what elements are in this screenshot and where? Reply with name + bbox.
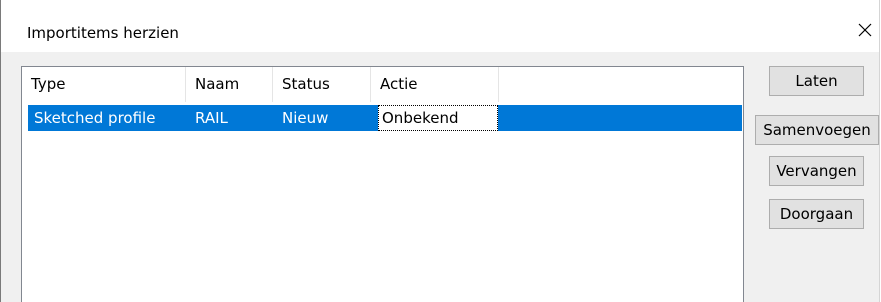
column-header-naam[interactable]: Naam [186, 67, 272, 102]
actie-dropdown[interactable]: Onbekend [378, 105, 498, 131]
cell-naam: RAIL [195, 109, 228, 127]
import-review-dialog: Importitems herzien Type Naam Status Act… [0, 0, 880, 302]
title-bar: Importitems herzien [1, 0, 879, 52]
list-header: Type Naam Status Actie [22, 67, 743, 102]
doorgaan-button[interactable]: Doorgaan [769, 199, 864, 229]
column-header-status[interactable]: Status [273, 67, 370, 102]
vervangen-button[interactable]: Vervangen [769, 156, 864, 186]
dialog-title: Importitems herzien [27, 24, 179, 42]
column-header-type[interactable]: Type [22, 67, 185, 102]
table-row[interactable]: Sketched profile RAIL Nieuw Onbekend [28, 105, 742, 131]
column-divider[interactable] [498, 67, 499, 102]
cell-type: Sketched profile [34, 109, 156, 127]
samenvoegen-button[interactable]: Samenvoegen [755, 115, 879, 145]
column-header-actie[interactable]: Actie [371, 67, 498, 102]
cell-status: Nieuw [282, 109, 329, 127]
import-items-list[interactable]: Type Naam Status Actie Sketched profile … [21, 66, 744, 302]
close-icon[interactable] [854, 19, 876, 41]
laten-button[interactable]: Laten [769, 66, 864, 96]
